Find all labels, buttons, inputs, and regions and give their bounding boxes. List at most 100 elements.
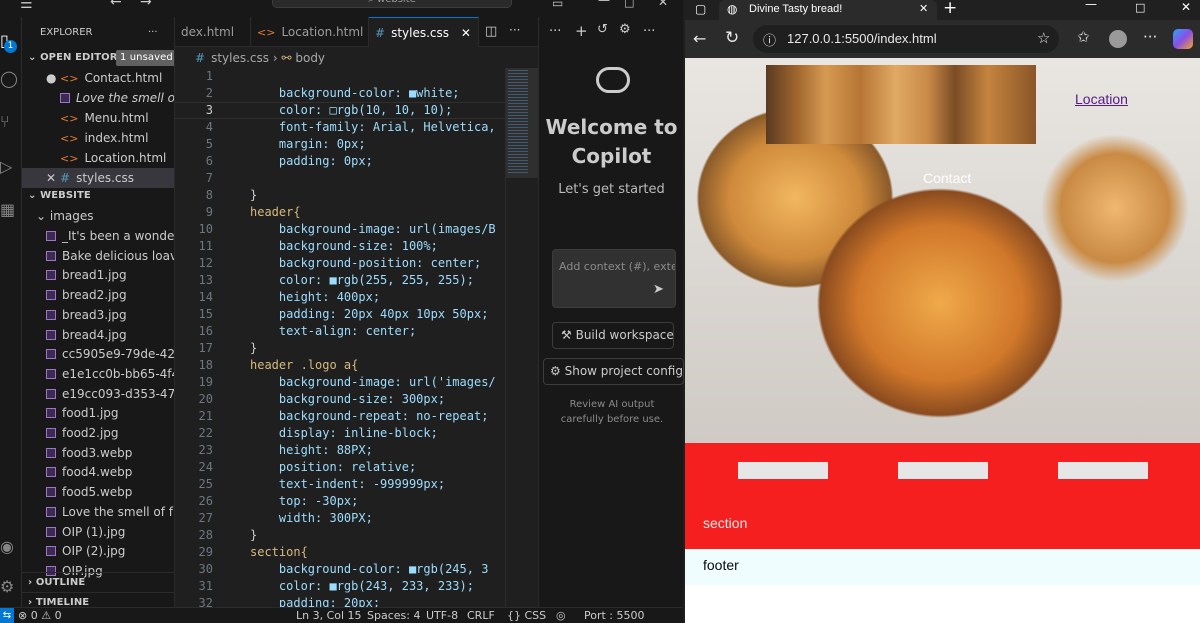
editor-tab-bar: dex.html <> Location.html # styles.css ✕ ◫… [175, 17, 538, 47]
forward-arrow-icon[interactable]: → [140, 0, 152, 10]
tab-index-html[interactable]: dex.html [175, 17, 251, 47]
live-server-port[interactable]: Port : 5500 [584, 608, 645, 623]
open-editor-item[interactable]: <> index.html [22, 128, 174, 148]
encoding[interactable]: UTF-8 [426, 608, 458, 623]
open-editor-item[interactable]: ✕ # styles.css [22, 168, 174, 188]
split-editor-icon[interactable]: ◫ [485, 24, 497, 39]
extensions-icon[interactable]: ▦ [0, 200, 22, 220]
code-editor[interactable]: 12 background-color: ■white; 3 color: □rg… [175, 68, 505, 607]
more-actions-icon[interactable]: ··· [549, 24, 561, 39]
minimap[interactable] [505, 68, 538, 607]
maximize-icon[interactable]: □ [1135, 1, 1145, 14]
file-item[interactable]: food4.webp [22, 462, 174, 482]
file-item[interactable]: cc5905e9-79de-42b... [22, 344, 174, 364]
close-tab-icon[interactable]: ✕ [461, 26, 471, 40]
file-item[interactable]: food3.webp [22, 443, 174, 463]
location-link[interactable]: Location [1075, 91, 1128, 107]
send-icon[interactable]: ➤ [653, 282, 664, 297]
more-actions-icon[interactable]: ··· [1143, 28, 1157, 46]
file-item[interactable]: OIP (1).jpg [22, 522, 174, 542]
file-item[interactable]: bread4.jpg [22, 325, 174, 345]
file-item[interactable]: bread2.jpg [22, 285, 174, 305]
browser-tab[interactable]: ◍ Divine Tasty bread! ✕ [719, 0, 937, 20]
timeline-section-header[interactable]: › TIMELINE [22, 592, 174, 607]
close-tab-icon[interactable]: ✕ [919, 2, 928, 15]
close-window-icon[interactable]: ✕ [658, 0, 668, 9]
address-bar[interactable]: ⓘ 127.0.0.1:5500/index.html ☆ [753, 25, 1059, 53]
layout-icon[interactable]: ▭ [552, 0, 563, 10]
tab-actions-icon[interactable]: ▢ [695, 2, 706, 16]
tab-location-html[interactable]: <> Location.html [251, 17, 369, 47]
open-editors-header[interactable]: ⌄ OPEN EDITORS 1 unsaved [22, 48, 174, 68]
new-tab-icon[interactable]: + [943, 0, 957, 18]
nav-placeholder-box[interactable] [1058, 462, 1148, 479]
unsaved-dot-icon: ● [46, 71, 57, 85]
cursor-position[interactable]: Ln 3, Col 15 [296, 608, 362, 623]
settings-gear-icon[interactable]: ⚙ [0, 577, 22, 597]
file-item[interactable]: _It's been a wonderf... [22, 226, 174, 246]
breadcrumb-file[interactable]: styles.css [211, 51, 269, 65]
open-editor-item[interactable]: Love the smell of... [22, 88, 174, 108]
build-workspace-button[interactable]: ⚒ Build workspace [552, 322, 674, 349]
open-editor-item[interactable]: <> Menu.html [22, 108, 174, 128]
code-text: } [250, 188, 258, 202]
new-chat-icon[interactable]: + [575, 22, 588, 40]
website-folder-header[interactable]: ⌄ WEBSITE [22, 186, 174, 206]
open-editor-item[interactable]: <> Location.html [22, 148, 174, 168]
copilot-browser-icon[interactable] [1173, 29, 1193, 49]
outline-section-header[interactable]: › OUTLINE [22, 572, 174, 592]
file-item[interactable]: OIP (2).jpg [22, 541, 174, 561]
close-editor-icon[interactable]: ✕ [46, 168, 60, 188]
favorite-star-icon[interactable]: ☆ [1037, 29, 1050, 47]
remote-indicator-icon[interactable]: ⇆ [0, 608, 14, 623]
file-item[interactable]: Love the smell of fre... [22, 502, 174, 522]
line-ending[interactable]: CRLF [467, 608, 495, 623]
file-item[interactable]: bread1.jpg [22, 265, 174, 285]
run-debug-icon[interactable]: ▷ [0, 157, 22, 177]
file-item[interactable]: bread3.jpg [22, 305, 174, 325]
image-file-icon [46, 270, 56, 281]
chat-input-box[interactable]: Add context (#), exter ➤ [552, 249, 676, 308]
close-window-icon[interactable]: ✕ [1181, 0, 1191, 14]
file-item[interactable]: e1e1cc0b-bb65-4f4... [22, 364, 174, 384]
maximize-icon[interactable]: □ [624, 0, 634, 9]
minimize-icon[interactable]: — [598, 0, 610, 7]
tab-styles-css[interactable]: # styles.css ✕ [369, 17, 479, 47]
language-mode[interactable]: {} CSS [507, 608, 546, 623]
open-editor-item[interactable]: ● <> Contact.html [22, 68, 174, 88]
breadcrumb-symbol[interactable]: body [295, 51, 325, 65]
command-center-text: website [377, 0, 416, 5]
minimize-icon[interactable]: — [1085, 0, 1097, 11]
menu-icon[interactable]: ☰ [20, 0, 33, 12]
logo-image[interactable] [766, 65, 1036, 144]
file-item[interactable]: food2.jpg [22, 423, 174, 443]
search-icon[interactable]: ◯ [0, 69, 22, 89]
settings-gear-icon[interactable]: ⚙ [619, 22, 631, 37]
refresh-icon[interactable]: ↻ [725, 28, 739, 48]
account-icon[interactable]: ◉ [0, 537, 22, 557]
show-project-config-button[interactable]: ⚙ Show project config [543, 358, 684, 385]
indentation[interactable]: Spaces: 4 [367, 608, 420, 623]
back-arrow-icon[interactable]: ← [110, 0, 122, 10]
more-actions-icon[interactable]: ··· [643, 24, 655, 39]
problems-count[interactable]: ⊗ 0 ⚠ 0 [18, 608, 62, 623]
more-actions-icon[interactable]: ··· [509, 23, 520, 37]
images-folder[interactable]: ⌄ images [22, 206, 174, 226]
site-info-icon[interactable]: ⓘ [763, 30, 776, 49]
command-center-search[interactable]: ⌕ website [272, 0, 512, 8]
file-item[interactable]: food5.webp [22, 482, 174, 502]
file-item[interactable]: e19cc093-d353-472... [22, 384, 174, 404]
back-arrow-icon[interactable]: ← [693, 29, 706, 48]
nav-placeholder-box[interactable] [738, 462, 828, 479]
nav-placeholder-box[interactable] [898, 462, 988, 479]
history-icon[interactable]: ↺ [597, 22, 608, 37]
profile-avatar[interactable] [1109, 30, 1127, 48]
file-item[interactable]: Bake delicious loave... [22, 246, 174, 266]
source-control-icon[interactable]: ⑂ [0, 112, 22, 132]
file-item[interactable]: food1.jpg [22, 403, 174, 423]
favorites-icon[interactable]: ✩ [1077, 28, 1090, 46]
contact-text[interactable]: Contact [923, 170, 971, 186]
copilot-status-icon[interactable]: ◎ [556, 608, 566, 623]
more-actions-icon[interactable]: ··· [148, 23, 158, 43]
copilot-title-line2: Copilot [571, 144, 652, 168]
